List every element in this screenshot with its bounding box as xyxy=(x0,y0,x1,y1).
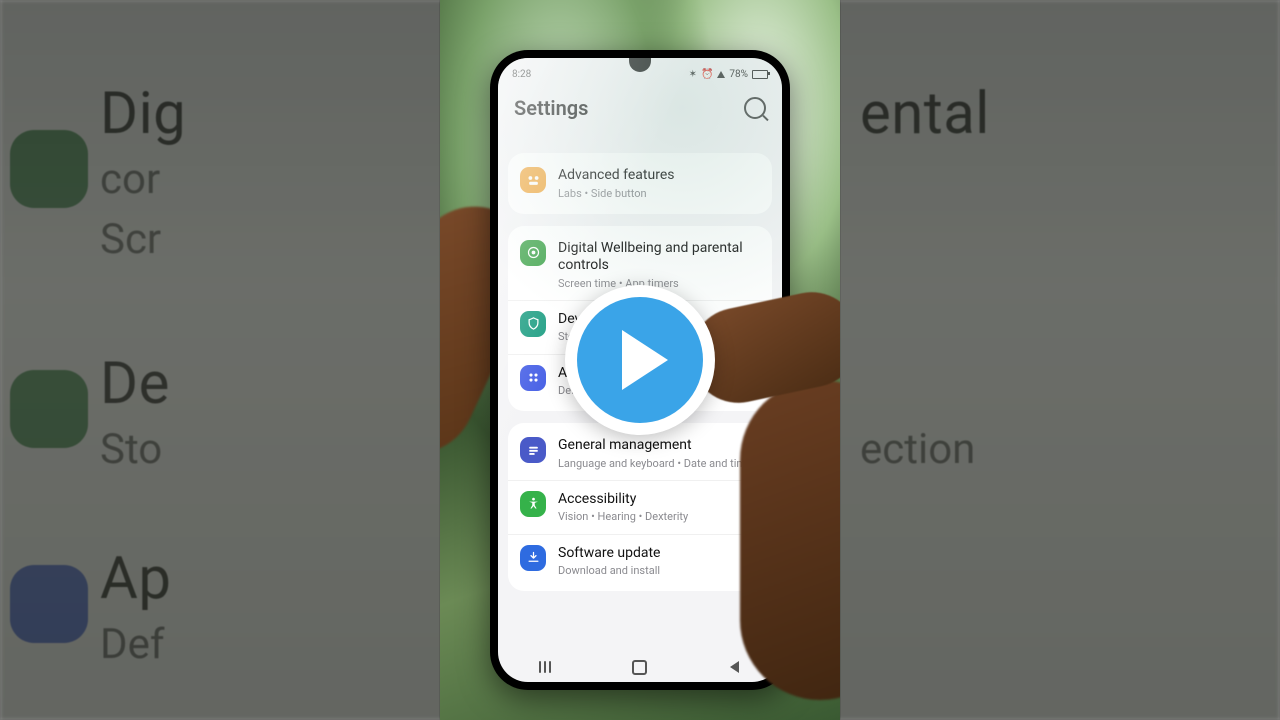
back-icon xyxy=(730,661,739,673)
android-navbar xyxy=(498,656,782,678)
item-title: Advanced features xyxy=(558,167,760,185)
item-title: Digital Wellbeing and parental controls xyxy=(558,240,760,275)
play-button[interactable] xyxy=(565,285,715,435)
status-bar: 8:28 ✶ ⏰ 78% xyxy=(498,64,782,84)
item-sub: Language and keyboard • Date and time xyxy=(558,457,760,470)
alarm-icon: ⏰ xyxy=(701,69,713,80)
item-sub: Vision • Hearing • Dexterity xyxy=(558,510,760,523)
battery-pct: 78% xyxy=(729,69,748,80)
item-software-update[interactable]: Software update Download and install xyxy=(508,534,772,588)
nav-home-button[interactable] xyxy=(620,658,660,676)
device-care-icon xyxy=(520,311,546,337)
header: Settings xyxy=(498,96,782,120)
general-icon xyxy=(520,437,546,463)
advanced-icon xyxy=(520,167,546,193)
page-title: Settings xyxy=(514,96,588,120)
group-3: General management Language and keyboard… xyxy=(508,423,772,591)
update-icon xyxy=(520,545,546,571)
hand-right xyxy=(740,380,840,700)
battery-icon xyxy=(752,70,768,79)
ghost-right: ental ection xyxy=(840,0,1280,720)
signal-icon xyxy=(717,71,725,78)
wellbeing-icon xyxy=(520,240,546,266)
recent-icon xyxy=(539,661,551,673)
accessibility-icon xyxy=(520,491,546,517)
item-sub: Labs • Side button xyxy=(558,187,760,200)
item-title: Software update xyxy=(558,545,760,563)
nav-recent-button[interactable] xyxy=(525,658,565,676)
group-1: Advanced features Labs • Side button xyxy=(508,153,772,214)
item-sub: Download and install xyxy=(558,564,760,577)
home-icon xyxy=(632,660,647,675)
play-icon xyxy=(622,330,668,390)
item-advanced-features[interactable]: Advanced features Labs • Side button xyxy=(508,157,772,210)
item-general-management[interactable]: General management Language and keyboard… xyxy=(508,427,772,480)
item-title: Accessibility xyxy=(558,491,760,509)
item-accessibility[interactable]: Accessibility Vision • Hearing • Dexteri… xyxy=(508,480,772,534)
apps-icon xyxy=(520,365,546,391)
clock: 8:28 xyxy=(512,69,531,80)
nav-back-button[interactable] xyxy=(715,658,755,676)
search-icon[interactable] xyxy=(744,97,766,119)
ghost-left: Dig cor Scr De Sto Ap Def xyxy=(0,0,440,720)
play-inner xyxy=(577,297,703,423)
vibrate-icon: ✶ xyxy=(689,69,697,80)
item-title: General management xyxy=(558,437,760,455)
